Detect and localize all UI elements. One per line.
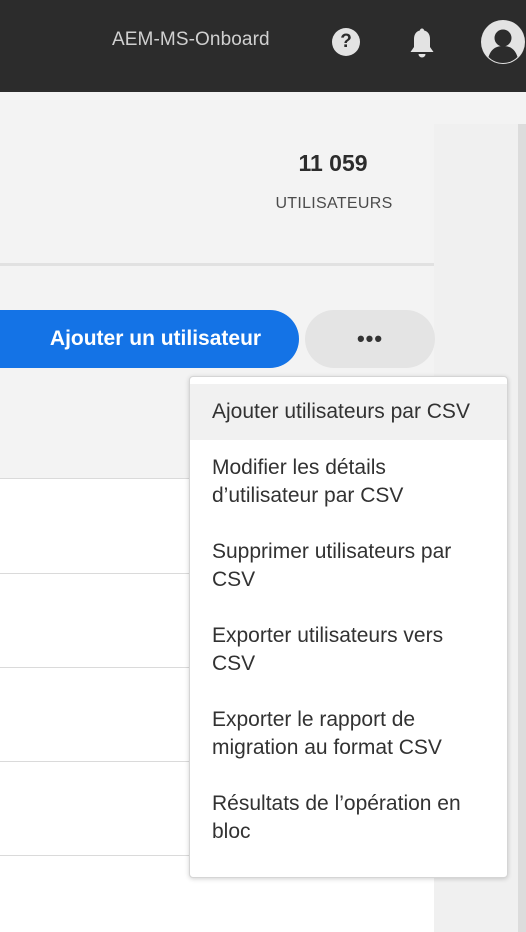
divider: [0, 263, 434, 266]
add-user-button[interactable]: Ajouter un utilisateur: [0, 310, 299, 368]
menu-item-edit-users-csv[interactable]: Modifier les détails d’utilisateur par C…: [190, 440, 507, 524]
bell-icon[interactable]: [408, 27, 436, 59]
more-actions-menu: Ajouter utilisateurs par CSV Modifier le…: [189, 376, 508, 878]
menu-item-remove-users-csv[interactable]: Supprimer utilisateurs par CSV: [190, 524, 507, 608]
user-count-label: UTILISATEURS: [275, 195, 393, 212]
scrollbar[interactable]: [518, 124, 526, 932]
help-icon[interactable]: ?: [332, 28, 360, 56]
user-count: 11 059: [298, 150, 368, 176]
menu-item-export-migration-report[interactable]: Exporter le rapport de migration au form…: [190, 692, 507, 776]
top-bar: AEM-MS-Onboard ?: [0, 0, 526, 92]
menu-item-add-users-csv[interactable]: Ajouter utilisateurs par CSV: [190, 384, 507, 440]
avatar-icon[interactable]: [480, 19, 526, 65]
org-name[interactable]: AEM-MS-Onboard: [112, 29, 270, 51]
more-actions-button[interactable]: •••: [305, 310, 435, 368]
menu-item-bulk-results[interactable]: Résultats de l’opération en bloc: [190, 776, 507, 860]
menu-item-export-users-csv[interactable]: Exporter utilisateurs vers CSV: [190, 608, 507, 692]
